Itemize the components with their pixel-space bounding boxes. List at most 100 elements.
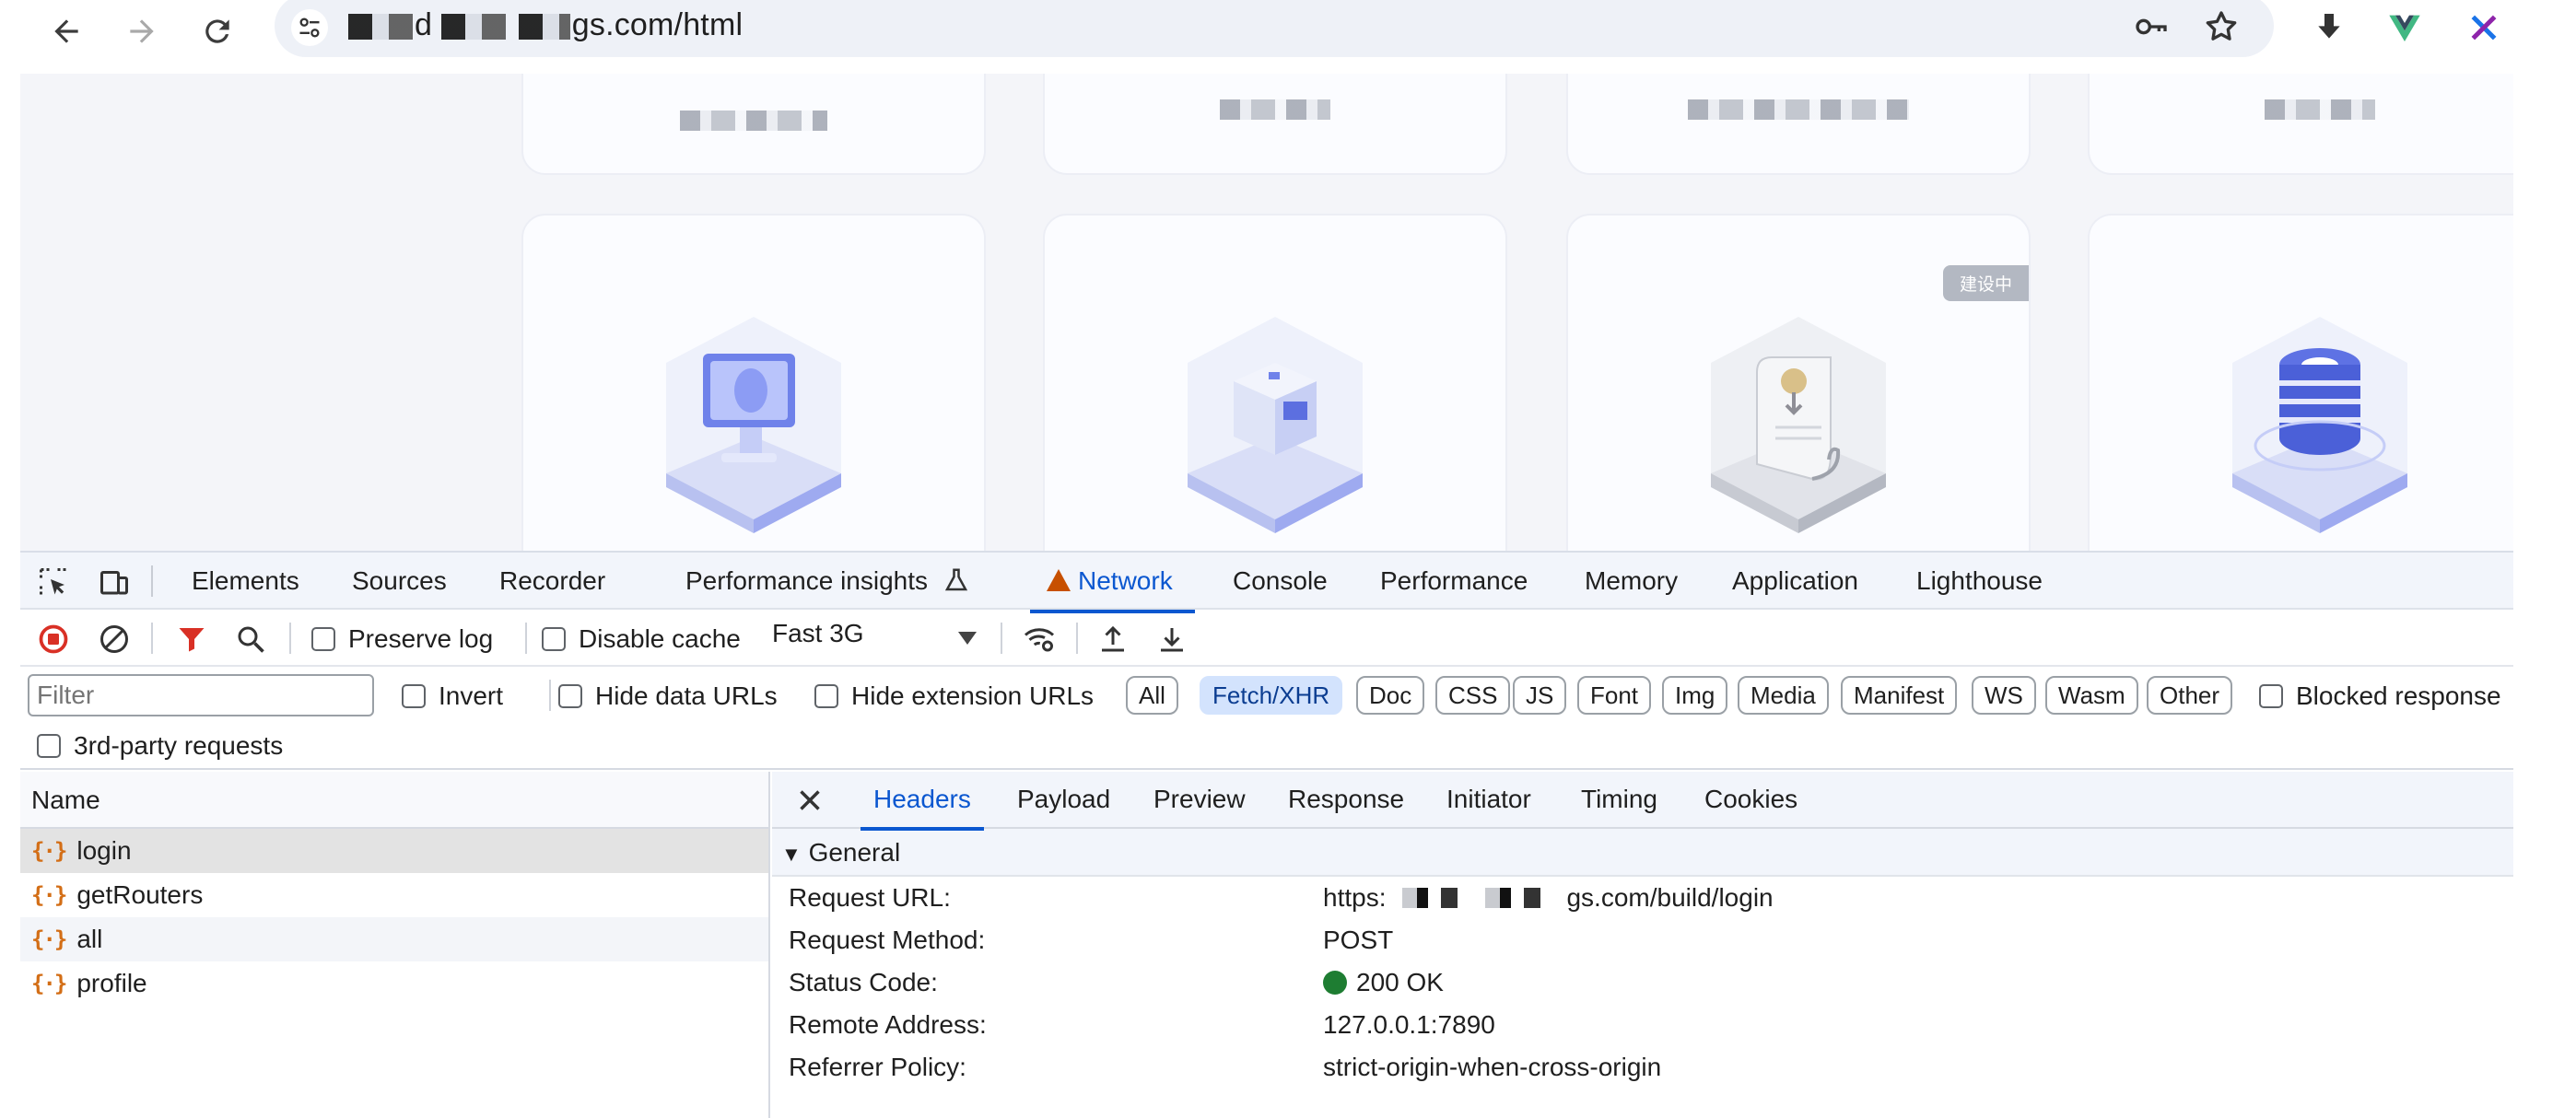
product-card[interactable] [2088, 74, 2513, 175]
device-toggle-icon [100, 571, 128, 595]
checkbox-box[interactable] [311, 627, 335, 651]
product-card[interactable] [1043, 214, 1507, 551]
divider [151, 565, 153, 597]
inspect-element-button[interactable] [33, 564, 74, 600]
vue-devtools-extension[interactable] [2379, 2, 2430, 53]
filter-toggle-button[interactable] [171, 621, 212, 658]
tab-recorder[interactable]: Recorder [499, 553, 605, 611]
header-key: Referrer Policy: [789, 1053, 966, 1081]
network-conditions-button[interactable] [1019, 621, 1060, 658]
tab-preview[interactable]: Preview [1153, 772, 1246, 829]
third-party-requests-checkbox[interactable]: 3rd-party requests [37, 731, 283, 761]
url-text[interactable]: d gs.com/html [348, 7, 743, 43]
download-icon [2318, 14, 2340, 39]
column-header-name[interactable]: Name [20, 772, 768, 829]
tune-icon [299, 17, 320, 38]
tab-lighthouse[interactable]: Lighthouse [1916, 553, 2043, 611]
type-filter-ws[interactable]: WS [1972, 676, 2036, 715]
checkbox-box[interactable] [402, 684, 426, 708]
section-title: General [808, 838, 901, 867]
type-filter-wasm[interactable]: Wasm [2045, 676, 2138, 715]
tab-console[interactable]: Console [1233, 553, 1328, 611]
search-button[interactable] [230, 621, 271, 658]
type-filter-fetch-xhr[interactable]: Fetch/XHR [1200, 676, 1343, 715]
disable-cache-checkbox[interactable]: Disable cache [542, 624, 741, 654]
header-row-remote-address: Remote Address: 127.0.0.1:7890 [772, 1004, 2513, 1046]
type-filter-js[interactable]: JS [1513, 676, 1567, 715]
forward-button[interactable] [116, 6, 168, 57]
tab-sources[interactable]: Sources [352, 553, 447, 611]
export-har-button[interactable] [1152, 621, 1192, 658]
checkbox-box[interactable] [814, 684, 838, 708]
tab-cookies[interactable]: Cookies [1704, 772, 1797, 829]
password-key-button[interactable] [2128, 4, 2174, 50]
list-item[interactable]: {·} getRouters [20, 873, 768, 917]
type-filter-media[interactable]: Media [1738, 676, 1829, 715]
list-item[interactable]: {·} all [20, 917, 768, 961]
tab-label: Network [1078, 566, 1173, 595]
preserve-log-checkbox[interactable]: Preserve log [311, 624, 493, 654]
product-card[interactable] [521, 214, 986, 551]
tab-initiator[interactable]: Initiator [1446, 772, 1531, 829]
status-ok-icon [1323, 971, 1347, 995]
checkbox-box[interactable] [2259, 684, 2283, 708]
search-icon [238, 626, 264, 653]
tab-headers[interactable]: Headers [861, 772, 984, 831]
hide-extension-urls-checkbox[interactable]: Hide extension URLs [814, 681, 1094, 711]
hide-data-urls-checkbox[interactable]: Hide data URLs [558, 681, 778, 711]
type-filter-font[interactable]: Font [1577, 676, 1652, 715]
downloads-button[interactable] [2303, 2, 2355, 53]
blocked-response-checkbox[interactable]: Blocked response [2259, 681, 2501, 711]
extension-x-button[interactable] [2458, 2, 2510, 53]
clear-button[interactable] [94, 621, 135, 658]
tab-memory[interactable]: Memory [1585, 553, 1678, 611]
product-card[interactable] [2088, 214, 2513, 551]
reload-button[interactable] [192, 6, 243, 57]
type-filter-all[interactable]: All [1126, 676, 1178, 715]
stop-recording-button[interactable] [33, 621, 74, 658]
tab-payload[interactable]: Payload [1017, 772, 1110, 829]
tab-performance[interactable]: Performance [1380, 553, 1528, 611]
type-filter-img[interactable]: Img [1662, 676, 1728, 715]
page-viewport: 建设中 [20, 74, 2513, 551]
type-filter-other[interactable]: Other [2147, 676, 2233, 715]
tab-performance-insights[interactable]: Performance insights [685, 553, 970, 611]
close-icon[interactable] [792, 783, 827, 818]
header-value: https: gs.com/build/login [1323, 877, 1774, 919]
type-filter-doc[interactable]: Doc [1356, 676, 1425, 715]
upload-icon [1102, 625, 1124, 652]
general-section-header[interactable]: ▼ General [772, 829, 2513, 877]
tab-network[interactable]: Network [1030, 553, 1195, 613]
filter-input[interactable] [28, 674, 374, 716]
back-button[interactable] [41, 6, 92, 57]
product-card[interactable] [1566, 74, 2031, 175]
type-filter-css[interactable]: CSS [1435, 676, 1511, 715]
throttling-select[interactable]: Fast 3G [772, 619, 864, 648]
header-value: strict-origin-when-cross-origin [1323, 1053, 1662, 1081]
bookmark-button[interactable] [2198, 4, 2244, 50]
product-card[interactable]: 建设中 [1566, 214, 2031, 551]
checkbox-box[interactable] [542, 627, 566, 651]
x-logo-icon [2471, 15, 2497, 41]
list-item[interactable]: {·} login [20, 829, 768, 873]
site-info-button[interactable] [291, 9, 328, 46]
checkbox-box[interactable] [37, 734, 61, 758]
tab-application[interactable]: Application [1732, 553, 1858, 611]
device-toolbar-button[interactable] [94, 564, 135, 600]
list-item[interactable]: {·} profile [20, 961, 768, 1006]
chevron-down-icon[interactable] [958, 632, 977, 645]
address-bar[interactable]: d gs.com/html [275, 0, 2274, 57]
tab-elements[interactable]: Elements [192, 553, 299, 611]
invert-checkbox[interactable]: Invert [402, 681, 503, 711]
checkbox-label: Invert [439, 681, 504, 710]
tab-timing[interactable]: Timing [1581, 772, 1657, 829]
divider [549, 680, 551, 711]
tab-response[interactable]: Response [1288, 772, 1404, 829]
type-filter-manifest[interactable]: Manifest [1841, 676, 1958, 715]
header-key: Request URL: [789, 883, 951, 912]
product-card[interactable] [1043, 74, 1507, 175]
product-card[interactable] [521, 74, 986, 175]
import-har-button[interactable] [1093, 621, 1133, 658]
header-key: Remote Address: [789, 1010, 987, 1039]
checkbox-box[interactable] [558, 684, 582, 708]
